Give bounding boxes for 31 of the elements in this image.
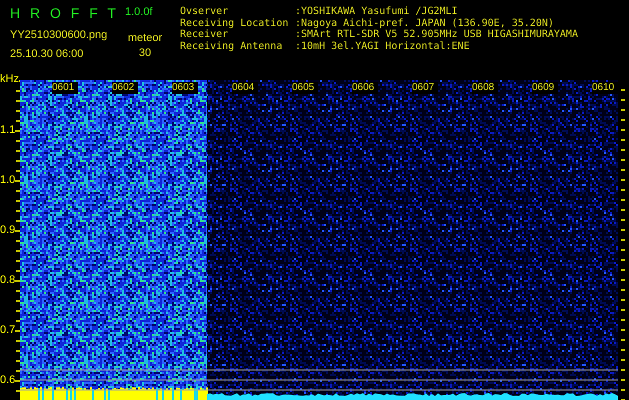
detection-count: 30 [138, 47, 152, 59]
info-value: :YOSHIKAWA Yasufumi /JG2MLI [295, 6, 458, 18]
time-label: 0609 [532, 82, 558, 94]
frequency-label: 0.9 [0, 224, 16, 236]
time-label: 0608 [472, 82, 498, 94]
app-version: 1.0.0f [124, 5, 152, 18]
info-label: Receiving Antenna [180, 40, 284, 52]
info-label: Receiver [180, 29, 230, 40]
detection-label: meteor [128, 32, 162, 44]
time-label: 0605 [292, 82, 318, 94]
time-label: 0603 [172, 82, 198, 94]
info-value: :10mH 3el.YAGI Horizontal:ENE [295, 40, 470, 52]
time-label: 0607 [412, 82, 438, 94]
time-label: 0601 [52, 82, 78, 94]
app-title: H R O F F T [10, 4, 119, 22]
frequency-label: 1.1 [0, 124, 16, 136]
frequency-label: 1.0 [0, 174, 16, 186]
info-label: Ovserver [180, 6, 230, 18]
frequency-label: 0.6 [0, 374, 16, 386]
time-label: 0604 [232, 82, 258, 94]
info-value: :SMArt RTL-SDR V5 52.905MHz USB HIGASHIMURAYAMA [295, 29, 578, 40]
date-time: 25.10.30 06:00 [10, 48, 84, 60]
info-value: :Nagoya Aichi-pref. JAPAN (136.90E, 35.20N) [295, 18, 554, 29]
info-label: Receiving Location [180, 18, 290, 29]
frequency-label: 0.8 [0, 274, 16, 286]
time-label: 0602 [112, 82, 138, 94]
frequency-label: 0.7 [0, 324, 16, 336]
time-label: 0606 [352, 82, 378, 94]
time-label: 0610 [592, 82, 618, 94]
axis-unit: kHz [0, 73, 19, 85]
file-name: YY2510300600.png [10, 29, 108, 41]
